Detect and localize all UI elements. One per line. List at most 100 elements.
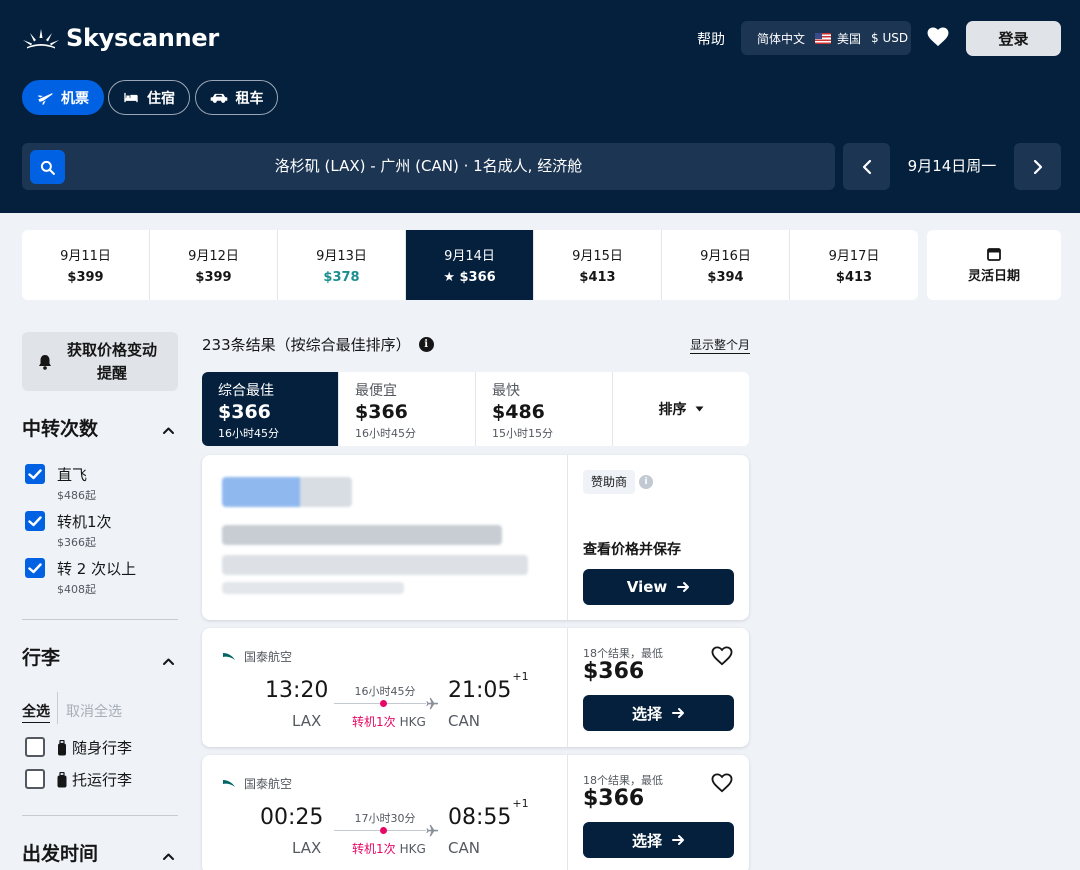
flight-price: $366 (583, 659, 645, 684)
show-whole-month-link[interactable]: 显示整个月 (690, 336, 751, 354)
price-alert-button[interactable]: 获取价格变动提醒 (22, 332, 178, 391)
search-button[interactable] (30, 150, 65, 184)
flexible-dates-button[interactable]: 灵活日期 (927, 230, 1061, 300)
card-divider (567, 628, 568, 747)
sponsor-info-icon[interactable]: i (639, 475, 653, 489)
plane-icon (37, 92, 53, 105)
sort-dropdown[interactable]: 排序 (613, 372, 749, 446)
heart-outline-icon[interactable] (711, 773, 733, 797)
chevron-left-icon (862, 159, 871, 174)
search-summary-bar[interactable]: 洛杉矶 (LAX) - 广州 (CAN) · 1名成人, 经济舱 (22, 143, 835, 190)
sort-tab-price: $366 (218, 401, 271, 423)
chevron-up-icon[interactable] (162, 651, 175, 670)
plane-icon (426, 695, 439, 714)
tab-car-hire[interactable]: 租车 (195, 80, 278, 115)
tab-flights[interactable]: 机票 (22, 80, 104, 115)
sort-tab-cheapest[interactable]: 最便宜 $366 16小时45分 (339, 372, 476, 446)
date-option[interactable]: 9月17日 $413 (790, 230, 918, 300)
sort-tab-title: 综合最佳 (218, 383, 274, 399)
currency-label: $ USD (871, 31, 909, 45)
date-option[interactable]: 9月16日 $394 (662, 230, 790, 300)
airline: 国泰航空 (222, 775, 292, 792)
date-option-date: 9月16日 (700, 249, 751, 264)
airline: 国泰航空 (222, 648, 292, 665)
next-date-button[interactable] (1014, 143, 1061, 190)
saved-heart-icon[interactable] (927, 27, 949, 51)
skyscanner-logo[interactable]: Skyscanner (22, 24, 219, 52)
flight-price: $366 (583, 786, 645, 811)
flight-card[interactable]: 国泰航空 13:20 LAX 16小时45分 转机1次 HKG 21:05+1 C… (202, 628, 749, 747)
sidebar-divider (22, 619, 178, 620)
date-option-price: $378 (323, 270, 360, 285)
sort-dropdown-label: 排序 (658, 402, 687, 418)
sort-tab-fastest[interactable]: 最快 $486 15小时15分 (476, 372, 613, 446)
chevron-right-icon (1033, 159, 1042, 174)
current-date-label: 9月14日周一 (907, 157, 997, 175)
date-option[interactable]: 9月12日 $399 (150, 230, 278, 300)
sponsor-tag: 赞助商 (583, 470, 636, 494)
stop-dot (380, 827, 387, 834)
chevron-up-icon[interactable] (162, 846, 175, 865)
info-icon[interactable]: i (418, 337, 434, 352)
sponsored-card[interactable]: 赞助商 i 查看价格并保存 View (202, 455, 749, 620)
cabin-bag-checkbox[interactable] (25, 737, 45, 757)
date-option[interactable]: 9月15日 $413 (534, 230, 662, 300)
cabin-bag-icon (58, 739, 66, 755)
stops-two-plus-label: 转 2 次以上 (57, 560, 137, 578)
sidebar-divider (22, 815, 178, 816)
tab-car-hire-label: 租车 (235, 90, 264, 107)
stops-direct-checkbox[interactable] (25, 464, 45, 484)
arrival-time-text: 21:05 (448, 678, 512, 703)
departure-time-filter-title: 出发时间 (22, 843, 99, 865)
tab-hotels[interactable]: 住宿 (108, 80, 190, 115)
deselect-all-link[interactable]: 取消全选 (66, 701, 122, 721)
flight-card[interactable]: 国泰航空 00:25 LAX 17小时30分 转机1次 HKG 08:55+1 C… (202, 755, 749, 870)
date-option[interactable]: 9月11日 $399 (22, 230, 150, 300)
stops-direct-price: $486起 (57, 489, 96, 502)
select-button-label: 选择 (631, 831, 662, 850)
cathay-logo-icon (223, 652, 235, 660)
check-icon (28, 515, 42, 526)
region-label: 美国 (837, 31, 862, 46)
bell-icon (39, 354, 51, 370)
sort-tab-title: 最快 (492, 383, 520, 399)
select-all-link[interactable]: 全选 (22, 701, 50, 723)
date-price-strip: 9月11日 $399 9月12日 $399 9月13日 $378 9月14日 ★… (22, 230, 918, 300)
tab-flights-label: 机票 (61, 90, 89, 107)
stop-count: 转机1次 (352, 842, 396, 856)
departure-time: 00:25 (260, 805, 324, 830)
view-button[interactable]: View (583, 569, 734, 605)
stops-direct-label: 直飞 (57, 466, 88, 484)
date-option[interactable]: 9月13日 $378 (278, 230, 406, 300)
select-flight-button[interactable]: 选择 (583, 695, 734, 731)
departure-airport: LAX (292, 839, 322, 857)
arrival-time-text: 08:55 (448, 805, 512, 830)
tab-hotels-label: 住宿 (147, 90, 175, 107)
login-button[interactable]: 登录 (966, 21, 1061, 56)
date-option-price: $413 (835, 270, 873, 285)
chevron-up-icon[interactable] (162, 420, 175, 439)
sort-tab-duration: 15小时15分 (492, 427, 553, 440)
plane-icon (426, 822, 439, 841)
locale-selector[interactable]: 简体中文 美国 $ USD (741, 21, 911, 55)
sunrise-logo-icon (23, 29, 59, 49)
airline-name: 国泰航空 (244, 777, 293, 791)
sort-tab-best[interactable]: 综合最佳 $366 16小时45分 (202, 372, 339, 446)
sponsor-message: 查看价格并保存 (583, 542, 681, 558)
date-option-selected[interactable]: 9月14日 ★ $366 (406, 230, 534, 300)
stops-one-checkbox[interactable] (25, 511, 45, 531)
help-link[interactable]: 帮助 (697, 29, 725, 49)
heart-outline-icon[interactable] (711, 646, 733, 670)
checked-bag-checkbox[interactable] (25, 769, 45, 789)
stop-airport: HKG (399, 842, 426, 856)
prev-date-button[interactable] (843, 143, 890, 190)
blurred-logo (222, 477, 352, 507)
search-icon (40, 160, 55, 175)
caret-down-icon (695, 406, 703, 412)
departure-airport: LAX (292, 712, 322, 730)
select-button-label: 选择 (631, 704, 662, 723)
select-divider (57, 692, 58, 724)
flight-duration: 16小时45分 (354, 685, 416, 698)
select-flight-button[interactable]: 选择 (583, 822, 734, 858)
stops-two-plus-checkbox[interactable] (25, 558, 45, 578)
